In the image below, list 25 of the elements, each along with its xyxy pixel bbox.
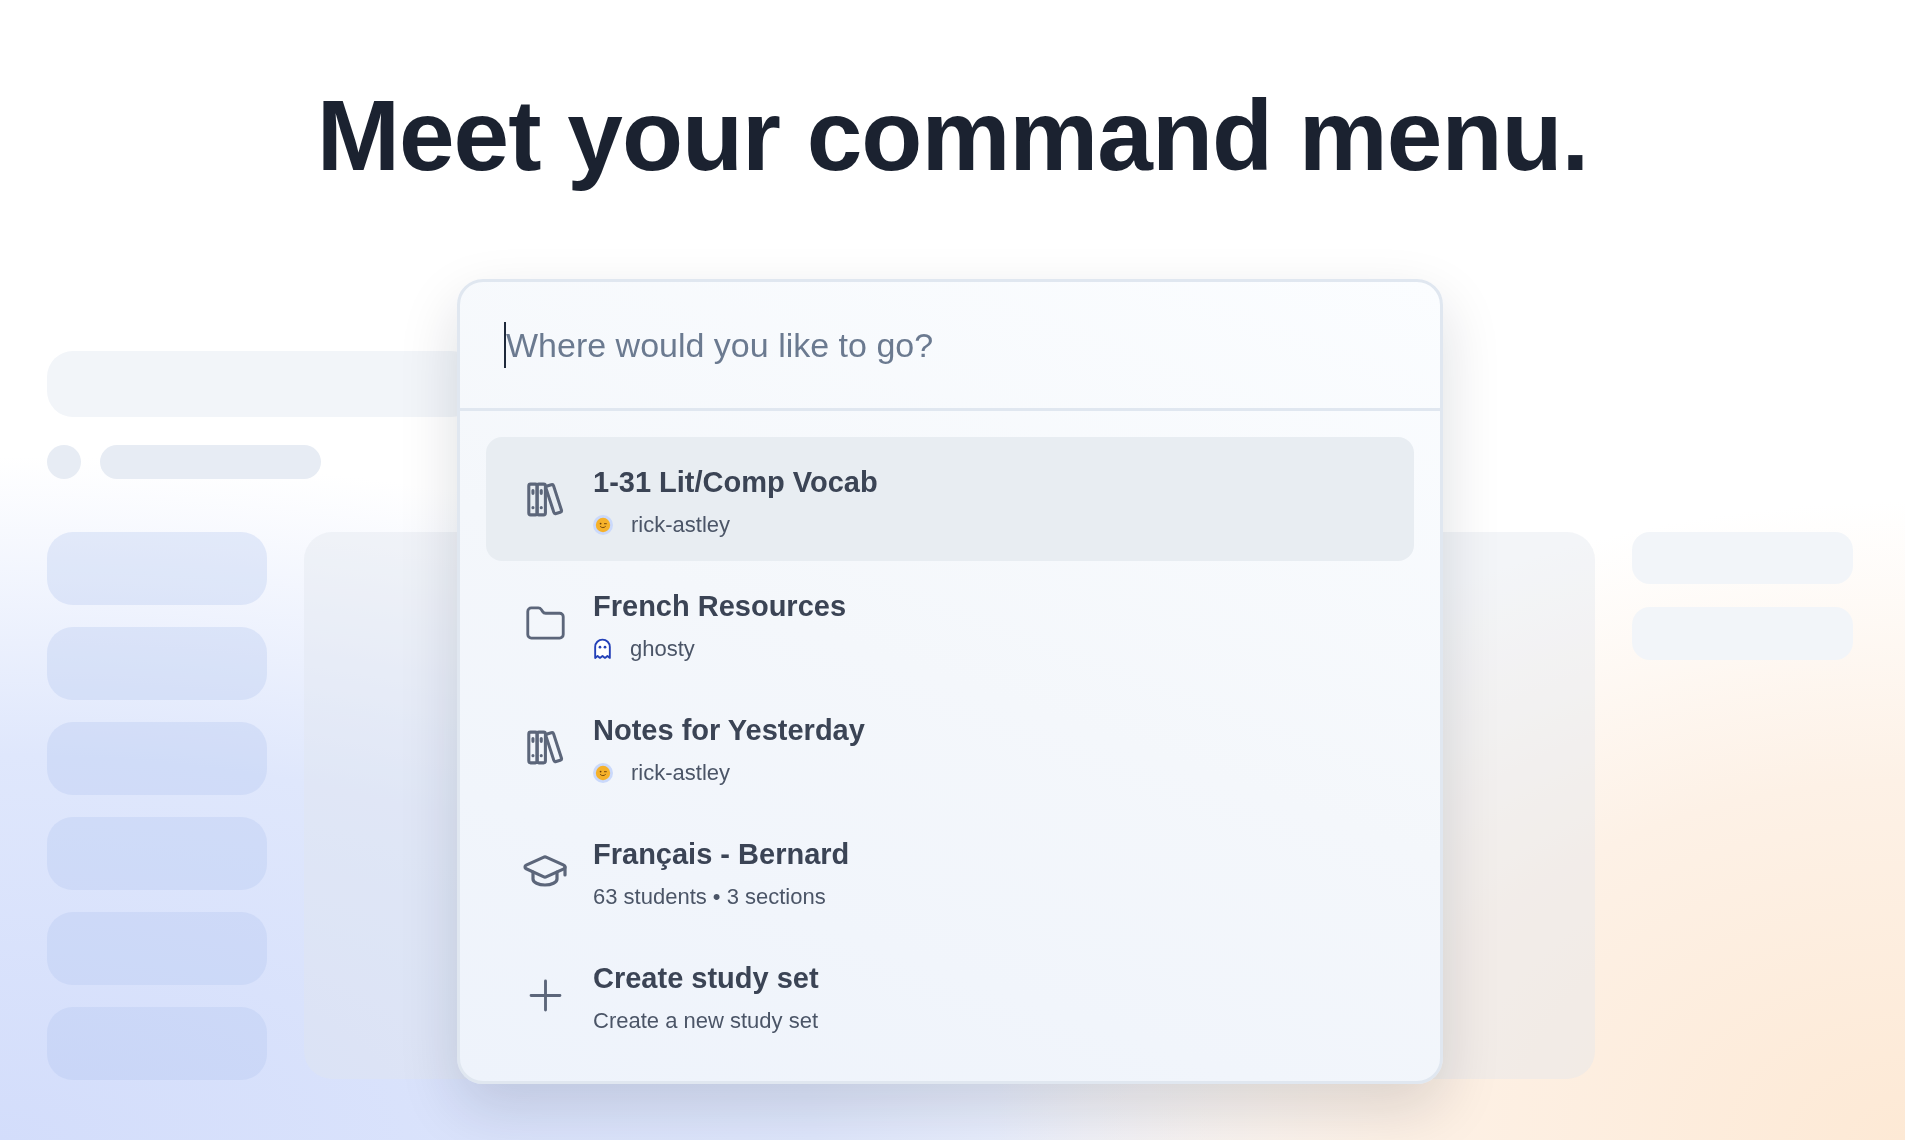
item-title: 1-31 Lit/Comp Vocab [593, 465, 878, 499]
item-description: Create a new study set [593, 1007, 819, 1035]
smiley-avatar-icon [593, 515, 613, 535]
books-icon [526, 481, 564, 517]
smiley-avatar-icon [593, 763, 613, 783]
owner-name: rick-astley [631, 759, 730, 787]
plus-icon [528, 978, 562, 1012]
item-title: Français - Bernard [593, 837, 850, 871]
books-icon [526, 729, 564, 765]
item-title: Create study set [593, 961, 819, 995]
item-description: 63 students • 3 sections [593, 883, 827, 911]
item-title: French Resources [593, 589, 847, 623]
folder-icon [525, 606, 565, 640]
menu-item[interactable]: 1-31 Lit/Comp Vocab rick-astley [486, 437, 1414, 561]
owner-name: ghosty [630, 635, 695, 663]
menu-item[interactable]: Notes for Yesterday rick-astley [486, 685, 1414, 809]
menu-item[interactable]: French Resources ghosty [486, 561, 1414, 685]
ghost-avatar-icon [593, 638, 612, 660]
page-heading: Meet your command menu. [316, 78, 1589, 193]
item-title: Notes for Yesterday [593, 713, 865, 747]
graduation-cap-icon [523, 855, 567, 887]
owner-name: rick-astley [631, 511, 730, 539]
menu-item[interactable]: Create study set Create a new study set [486, 933, 1414, 1057]
search-field[interactable]: Where would you like to go? [506, 321, 1400, 369]
menu-item[interactable]: Français - Bernard 63 students • 3 sections [486, 809, 1414, 933]
